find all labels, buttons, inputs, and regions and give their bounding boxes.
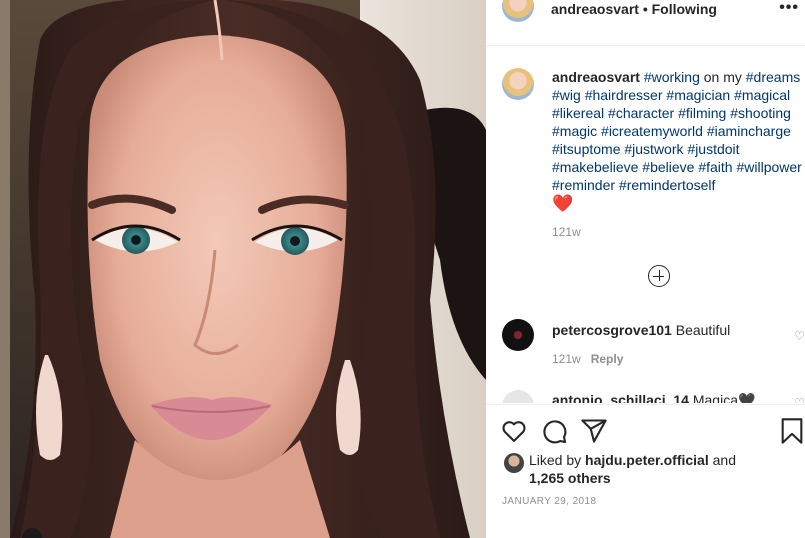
hashtag-link[interactable]: #faith [698, 159, 732, 175]
author-username[interactable]: andreaosvart [551, 1, 639, 17]
caption-username[interactable]: andreaosvart [552, 69, 640, 85]
likes-middle: and [708, 452, 736, 468]
commenter-username[interactable]: antonio_schillaci_14 [552, 392, 689, 403]
comments-scroll[interactable]: andreaosvart #working on my #dreams #wig… [486, 46, 805, 403]
reply-button[interactable]: Reply [591, 352, 624, 366]
caption: andreaosvart #working on my #dreams #wig… [552, 68, 802, 213]
hashtag-link[interactable]: #reminder [552, 177, 615, 193]
hashtag-link[interactable]: #magical [734, 87, 790, 103]
post-actions: Liked by hajdu.peter.official and 1,265 … [486, 404, 805, 538]
likes-prefix: Liked by [529, 452, 586, 468]
post-header: andreaosvart • Following ••• [486, 0, 805, 46]
post-sidebar: andreaosvart • Following ••• andreaosvar… [486, 0, 805, 538]
comment-icon[interactable] [540, 417, 568, 445]
portrait-image [0, 0, 486, 538]
commenter-username[interactable]: petercosgrove101 [552, 322, 672, 338]
hashtag-link[interactable]: #shooting [730, 105, 791, 121]
like-icon[interactable] [500, 417, 528, 445]
post-photo[interactable] [0, 0, 486, 538]
share-icon[interactable] [580, 417, 608, 445]
comment-age: 121w [552, 352, 581, 366]
caption-text: #working on my #dreams #wig #hairdresser… [552, 69, 802, 193]
hashtag-link[interactable]: #makebelieve [552, 159, 638, 175]
comment-meta: 121w Reply [552, 352, 623, 366]
comment-body: Magica🖤 [692, 392, 756, 403]
hashtag-link[interactable]: #working [644, 69, 700, 85]
hashtag-link[interactable]: #icreatemyworld [601, 123, 703, 139]
comment-text: petercosgrove101 Beautiful [552, 322, 730, 338]
liker-avatar[interactable] [504, 453, 524, 473]
more-options-icon[interactable]: ••• [779, 0, 799, 17]
heart-emoji: ❤️ [552, 194, 574, 213]
hashtag-link[interactable]: #filming [678, 105, 726, 121]
author-line: andreaosvart • Following [551, 1, 717, 17]
hashtag-link[interactable]: #itsuptome [552, 141, 620, 157]
comment-like-icon[interactable]: ♡ [794, 329, 805, 343]
liker-username[interactable]: hajdu.peter.official [585, 452, 709, 468]
caption-age: 121w [552, 225, 581, 239]
likes-others[interactable]: 1,265 others [529, 470, 611, 486]
commenter-avatar[interactable] [502, 390, 534, 403]
author-avatar[interactable] [502, 0, 534, 22]
hashtag-link[interactable]: #hairdresser [585, 87, 663, 103]
comment-body: Beautiful [675, 322, 731, 338]
load-more-icon[interactable] [648, 265, 670, 287]
hashtag-link[interactable]: #willpower [736, 159, 801, 175]
hashtag-link[interactable]: #magic [552, 123, 597, 139]
caption-plain-text: on my [699, 69, 746, 85]
hashtag-link[interactable]: #character [608, 105, 674, 121]
hashtag-link[interactable]: #justwork [624, 141, 683, 157]
bookmark-icon[interactable] [778, 417, 805, 445]
hashtag-link[interactable]: #iamincharge [707, 123, 791, 139]
separator: • [642, 1, 648, 17]
comment-text: antonio_schillaci_14 Magica🖤 [552, 392, 755, 403]
hashtag-link[interactable]: #wig [552, 87, 581, 103]
commenter-avatar[interactable] [502, 319, 534, 351]
post-date[interactable]: JANUARY 29, 2018 [502, 496, 596, 507]
hashtag-link[interactable]: #justdoit [687, 141, 739, 157]
hashtag-link[interactable]: #believe [642, 159, 694, 175]
hashtag-link[interactable]: #likereal [552, 105, 604, 121]
caption-avatar[interactable] [502, 68, 534, 100]
follow-status[interactable]: Following [652, 1, 717, 17]
hashtag-link[interactable]: #dreams [746, 69, 800, 85]
likes-text: Liked by hajdu.peter.official and 1,265 … [529, 451, 799, 487]
hashtag-link[interactable]: #magician [666, 87, 730, 103]
comment-like-icon[interactable]: ♡ [794, 396, 805, 403]
hashtag-link[interactable]: #remindertoself [619, 177, 716, 193]
